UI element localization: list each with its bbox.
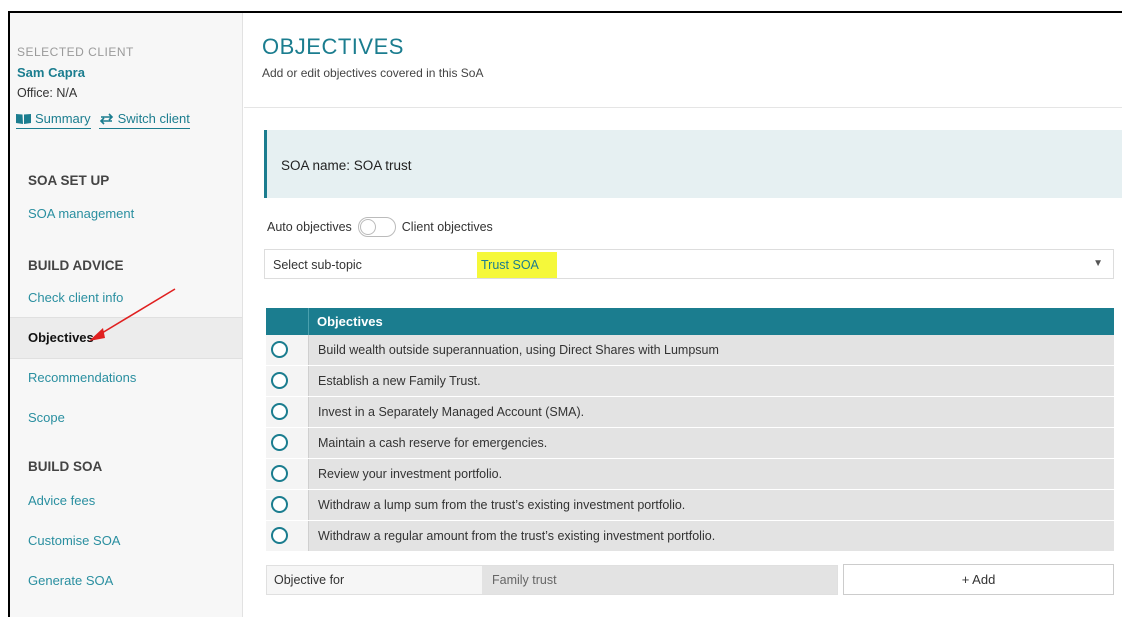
objective-text: Invest in a Separately Managed Account (…: [308, 397, 1114, 427]
table-row[interactable]: Withdraw a regular amount from the trust…: [266, 521, 1114, 552]
window-top-border: [0, 0, 1122, 13]
section-soa-set-up: SOA SET UP: [28, 173, 110, 188]
nav-objectives-label: Objectives: [28, 330, 94, 345]
sub-topic-select[interactable]: Select sub-topic Trust SOA ▼: [264, 249, 1114, 279]
toggle-left-label: Auto objectives: [267, 220, 352, 234]
objective-text: Establish a new Family Trust.: [308, 366, 1114, 396]
objective-radio[interactable]: [271, 465, 288, 482]
objectives-mode-toggle[interactable]: [357, 217, 396, 237]
objective-for-row: Objective for Family trust: [266, 565, 838, 595]
objective-radio[interactable]: [271, 527, 288, 544]
window-left-border: [0, 11, 10, 617]
soa-name-panel: SOA name: SOA trust: [264, 130, 1122, 198]
toggle-right-label: Client objectives: [401, 220, 493, 234]
switch-client-label: Switch client: [117, 111, 190, 126]
switch-arrows-icon: [99, 112, 113, 125]
client-links: Summary Switch client: [16, 111, 190, 129]
selected-client-label: SELECTED CLIENT: [17, 45, 134, 59]
objective-text: Maintain a cash reserve for emergencies.: [308, 428, 1114, 458]
annotation-arrow-icon: [89, 288, 176, 341]
client-name[interactable]: Sam Capra: [17, 65, 85, 80]
nav-soa-management[interactable]: SOA management: [28, 206, 134, 221]
nav-advice-fees[interactable]: Advice fees: [28, 493, 95, 508]
summary-link[interactable]: Summary: [16, 111, 91, 129]
objective-for-label: Objective for: [267, 566, 482, 594]
objective-text: Withdraw a lump sum from the trust’s exi…: [308, 490, 1114, 520]
divider: [244, 107, 1122, 108]
table-row[interactable]: Maintain a cash reserve for emergencies.: [266, 428, 1114, 459]
nav-customise-soa[interactable]: Customise SOA: [28, 533, 120, 548]
table-header-objectives: Objectives: [308, 308, 1114, 335]
chevron-down-icon: ▼: [1093, 258, 1103, 269]
sub-topic-label: Select sub-topic: [273, 258, 362, 272]
add-button[interactable]: + Add: [843, 564, 1114, 595]
soa-name: SOA name: SOA trust: [281, 158, 412, 173]
objective-radio[interactable]: [271, 434, 288, 451]
objective-text: Review your investment portfolio.: [308, 459, 1114, 489]
book-icon: [16, 113, 31, 124]
objective-for-value[interactable]: Family trust: [482, 566, 837, 594]
table-row[interactable]: Withdraw a lump sum from the trust’s exi…: [266, 490, 1114, 521]
nav-scope[interactable]: Scope: [28, 410, 65, 425]
nav-recommendations[interactable]: Recommendations: [28, 370, 136, 385]
objective-radio[interactable]: [271, 496, 288, 513]
page-title: OBJECTIVES: [262, 34, 404, 59]
switch-client-link[interactable]: Switch client: [98, 111, 190, 129]
table-row[interactable]: Establish a new Family Trust.: [266, 366, 1114, 397]
table-row[interactable]: Build wealth outside superannuation, usi…: [266, 335, 1114, 366]
table-row[interactable]: Invest in a Separately Managed Account (…: [266, 397, 1114, 428]
objective-radio[interactable]: [271, 372, 288, 389]
summary-link-label: Summary: [35, 111, 91, 126]
objective-radio[interactable]: [271, 341, 288, 358]
objectives-mode-toggle-row: Auto objectives Client objectives: [267, 217, 493, 237]
page-subtitle: Add or edit objectives covered in this S…: [262, 66, 484, 80]
client-office: Office: N/A: [17, 86, 78, 100]
section-build-soa: BUILD SOA: [28, 459, 103, 474]
objectives-table: Objectives Build wealth outside superann…: [266, 308, 1114, 552]
objective-text: Build wealth outside superannuation, usi…: [308, 335, 1114, 365]
objective-radio[interactable]: [271, 403, 288, 420]
objective-text: Withdraw a regular amount from the trust…: [308, 521, 1114, 551]
toggle-knob: [359, 219, 376, 235]
table-row[interactable]: Review your investment portfolio.: [266, 459, 1114, 490]
table-header: Objectives: [266, 308, 1114, 335]
nav-generate-soa[interactable]: Generate SOA: [28, 573, 113, 588]
section-build-advice: BUILD ADVICE: [28, 258, 124, 273]
sub-topic-value: Trust SOA: [477, 252, 557, 278]
